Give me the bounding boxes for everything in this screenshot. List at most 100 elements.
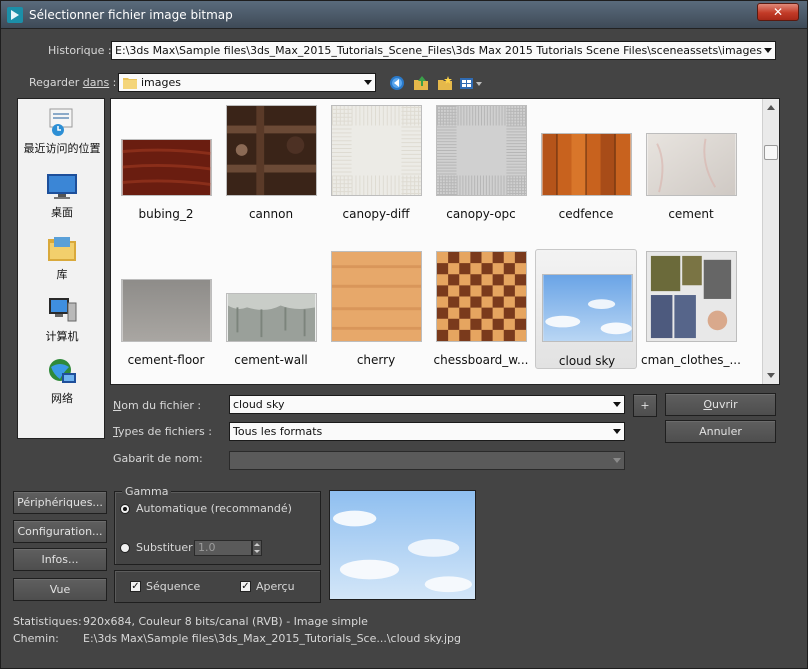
title-bar[interactable]: Sélectionner fichier image bitmap ✕ <box>1 1 807 29</box>
view-button[interactable]: Vue <box>13 578 107 601</box>
libraries-icon <box>48 237 76 261</box>
thumbnail-image <box>121 279 212 342</box>
place-recent[interactable]: 最近访问的位置 <box>18 107 106 156</box>
place-label: 最近访问的位置 <box>23 142 101 155</box>
place-label: 计算机 <box>45 330 79 343</box>
thumbnail-image <box>226 105 317 196</box>
file-name: cannon <box>248 207 294 221</box>
history-label: Historique : <box>48 44 112 57</box>
look-in-value: images <box>141 76 181 89</box>
file-item-cannon[interactable]: cannon <box>220 103 322 223</box>
gamma-override-radio[interactable] <box>120 543 130 553</box>
add-filename-button[interactable]: + <box>633 394 657 417</box>
view-menu-icon[interactable] <box>459 75 483 91</box>
file-name: cloud sky <box>558 354 616 368</box>
back-arrow-icon[interactable] <box>389 75 405 91</box>
thumbnail-image <box>121 139 212 196</box>
thumbnail-image <box>436 251 527 342</box>
file-item-cement-floor[interactable]: cement-floor <box>115 249 217 369</box>
info-button[interactable]: Infos... <box>13 548 107 571</box>
filetypes-dropdown[interactable]: Tous les formats <box>229 422 625 441</box>
look-in-dropdown[interactable]: images <box>118 73 376 92</box>
place-desktop[interactable]: 桌面 <box>18 171 106 220</box>
file-name: cement <box>668 207 714 221</box>
thumbnail-image <box>331 251 422 342</box>
file-item-cman-clothes[interactable]: cman_clothes_... <box>640 249 742 369</box>
preview-label[interactable]: Aperçu <box>256 580 295 593</box>
gamma-spinner <box>252 540 262 556</box>
bitmap-file-dialog: Sélectionner fichier image bitmap ✕ Hist… <box>0 0 808 669</box>
file-name: chessboard_w... <box>433 353 529 367</box>
file-name: cement-floor <box>127 353 205 367</box>
place-network[interactable]: 网络 <box>18 357 106 406</box>
open-button[interactable]: Ouvrir <box>665 393 776 416</box>
gamma-override-label[interactable]: Substituer <box>136 541 193 554</box>
filename-value: cloud sky <box>233 398 285 411</box>
gamma-automatic-radio[interactable] <box>120 504 130 514</box>
gamma-automatic-label[interactable]: Automatique (recommandé) <box>136 502 292 515</box>
chevron-down-icon <box>613 402 621 407</box>
thumbnail-image <box>436 105 527 196</box>
file-list[interactable]: bubing_2 cannon canopy-diff canopy-opc c… <box>110 98 780 385</box>
file-name: cman_clothes_... <box>641 353 741 367</box>
image-preview <box>329 490 476 600</box>
history-value: E:\3ds Max\Sample files\3ds_Max_2015_Tut… <box>115 44 762 57</box>
path-label: Chemin: <box>13 632 59 645</box>
stats-value: 920x684, Couleur 8 bits/canal (RVB) - Im… <box>83 615 368 628</box>
file-item-bubing-2[interactable]: bubing_2 <box>115 103 217 223</box>
preview-checkbox[interactable]: ✓ <box>240 581 251 592</box>
thumbnail-image <box>646 133 737 196</box>
3dsmax-app-icon <box>7 7 23 23</box>
place-libraries[interactable]: 库 <box>18 233 106 282</box>
place-label: 桌面 <box>51 206 73 219</box>
filetypes-value: Tous les formats <box>233 425 323 438</box>
place-label: 网络 <box>51 392 73 405</box>
desktop-icon <box>47 174 77 199</box>
filename-input[interactable]: cloud sky <box>229 395 625 414</box>
filetypes-label: Types de fichiers : <box>113 425 212 438</box>
devices-button[interactable]: Périphériques... <box>13 491 107 514</box>
scroll-thumb[interactable] <box>764 145 778 160</box>
history-dropdown[interactable]: E:\3ds Max\Sample files\3ds_Max_2015_Tut… <box>111 41 776 60</box>
thumbnail-image <box>646 251 737 342</box>
file-item-cloud-sky[interactable]: cloud sky <box>535 249 637 369</box>
file-item-canopy-diff[interactable]: canopy-diff <box>325 103 427 223</box>
window-title: Sélectionner fichier image bitmap <box>29 8 233 22</box>
sequence-checkbox[interactable]: ✓ <box>130 581 141 592</box>
chevron-down-icon <box>764 48 772 53</box>
thumbnail-image <box>541 133 632 196</box>
path-value: E:\3ds Max\Sample files\3ds_Max_2015_Tut… <box>83 632 462 645</box>
close-button[interactable]: ✕ <box>757 3 799 21</box>
new-folder-icon[interactable] <box>437 75 453 91</box>
up-folder-icon[interactable] <box>413 75 429 91</box>
scroll-up-icon[interactable] <box>767 105 775 110</box>
place-computer[interactable]: 计算机 <box>18 295 106 344</box>
sequence-label[interactable]: Séquence <box>146 580 200 593</box>
file-name: cherry <box>356 353 396 367</box>
file-name: canopy-opc <box>446 207 516 221</box>
gamma-override-field: 1.0 <box>194 540 252 556</box>
pattern-dropdown <box>229 451 625 470</box>
file-list-scrollbar[interactable] <box>762 99 779 384</box>
file-item-chessboard[interactable]: chessboard_w... <box>430 249 532 369</box>
thumbnail-image <box>226 293 317 342</box>
pattern-label: Gabarit de nom: <box>113 452 203 465</box>
file-item-canopy-opc[interactable]: canopy-opc <box>430 103 532 223</box>
folder-icon <box>123 78 137 89</box>
network-icon <box>49 359 76 383</box>
cancel-button[interactable]: Annuler <box>665 420 776 443</box>
scroll-down-icon[interactable] <box>767 373 775 378</box>
file-item-cement[interactable]: cement <box>640 103 742 223</box>
chevron-down-icon <box>364 80 372 85</box>
file-name: canopy-diff <box>342 207 410 221</box>
file-item-cherry[interactable]: cherry <box>325 249 427 369</box>
recent-places-icon <box>49 108 73 136</box>
file-name: cedfence <box>558 207 614 221</box>
file-item-cedfence[interactable]: cedfence <box>535 103 637 223</box>
chevron-down-icon <box>613 429 621 434</box>
file-item-cement-wall[interactable]: cement-wall <box>220 249 322 369</box>
setup-button[interactable]: Configuration... <box>13 520 107 543</box>
thumbnail-image <box>542 274 633 342</box>
thumbnail-image <box>331 105 422 196</box>
places-bar: 最近访问的位置 桌面 库 计算机 网络 <box>17 98 105 439</box>
